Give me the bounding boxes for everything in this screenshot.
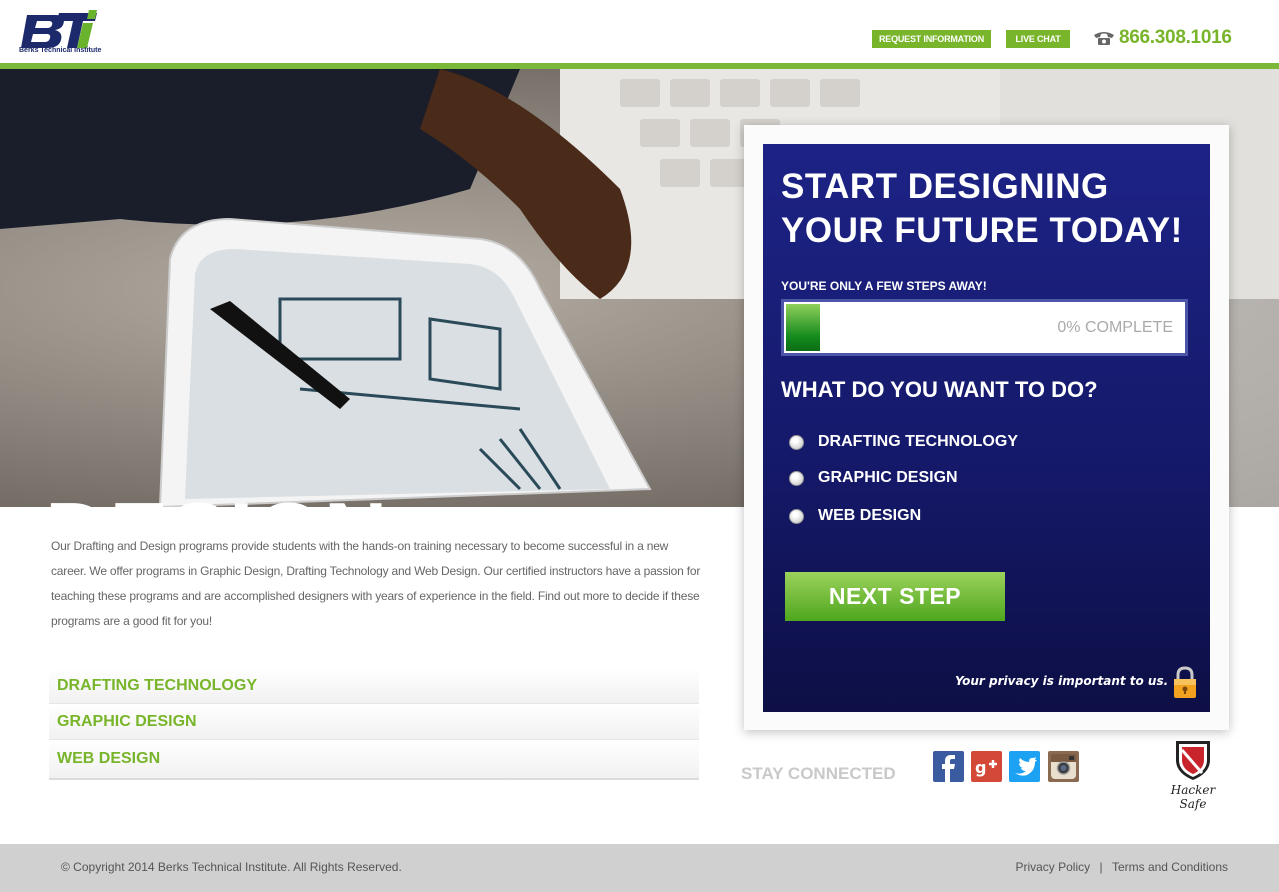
phone-icon <box>1093 30 1115 46</box>
site-footer: © Copyright 2014 Berks Technical Institu… <box>0 844 1279 892</box>
site-header: Berks Technical Institute REQUEST INFORM… <box>0 0 1279 63</box>
option-drafting-technology[interactable]: DRAFTING TECHNOLOGY <box>789 432 1018 452</box>
program-list: DRAFTING TECHNOLOGY GRAPHIC DESIGN WEB D… <box>49 668 699 780</box>
phone-contact[interactable]: 866.308.1016 <box>1093 26 1232 50</box>
radio-button[interactable] <box>789 508 804 524</box>
intro-text: Our Drafting and Design programs provide… <box>51 539 701 628</box>
terms-link[interactable]: Terms and Conditions <box>1112 860 1228 874</box>
privacy-policy-link[interactable]: Privacy Policy <box>1015 860 1090 874</box>
hacker-safe-text: Hacker Safe <box>1170 783 1216 811</box>
option-graphic-design[interactable]: GRAPHIC DESIGN <box>789 468 958 488</box>
program-item-drafting-technology[interactable]: DRAFTING TECHNOLOGY <box>49 668 699 704</box>
live-chat-button[interactable]: LIVE CHAT <box>1006 30 1070 48</box>
privacy-note: Your privacy is important to us. <box>955 674 1169 688</box>
google-plus-icon[interactable]: g <box>971 751 1002 782</box>
footer-separator: | <box>1099 860 1103 874</box>
progress-fill <box>786 304 820 351</box>
facebook-icon[interactable] <box>933 751 964 782</box>
twitter-icon[interactable] <box>1009 751 1040 782</box>
phone-number: 866.308.1016 <box>1119 27 1232 48</box>
option-label: GRAPHIC DESIGN <box>818 469 958 486</box>
option-web-design[interactable]: WEB DESIGN <box>789 506 921 526</box>
hacker-safe-badge[interactable]: Hacker Safe <box>1157 740 1229 811</box>
program-item-web-design[interactable]: WEB DESIGN <box>49 740 699 780</box>
footer-links: Privacy Policy | Terms and Conditions <box>1015 860 1228 874</box>
form-heading: START DESIGNING YOUR FUTURE TODAY! <box>781 167 1183 250</box>
logo-caption: Berks Technical Institute <box>19 47 102 54</box>
instagram-icon[interactable] <box>1048 751 1079 782</box>
radio-button[interactable] <box>789 434 804 450</box>
option-label: WEB DESIGN <box>818 507 922 524</box>
copyright-text: © Copyright 2014 Berks Technical Institu… <box>61 860 402 874</box>
progress-bar: 0% COMPLETE <box>781 299 1188 356</box>
svg-text:g: g <box>975 758 986 777</box>
radio-button[interactable] <box>789 470 804 486</box>
steps-away-text: YOU'RE ONLY A FEW STEPS AWAY! <box>781 279 987 293</box>
question-heading: WHAT DO YOU WANT TO DO? <box>781 377 1098 402</box>
program-item-graphic-design[interactable]: GRAPHIC DESIGN <box>49 704 699 740</box>
option-label: DRAFTING TECHNOLOGY <box>818 433 1018 450</box>
stay-connected-label: STAY CONNECTED <box>741 764 896 783</box>
hero-title: DESIGN <box>45 490 388 508</box>
lock-icon <box>1172 666 1198 699</box>
progress-text: 0% COMPLETE <box>1057 319 1173 336</box>
next-step-button[interactable]: NEXT STEP <box>785 572 1005 621</box>
request-information-button[interactable]: REQUEST INFORMATION <box>872 30 991 48</box>
